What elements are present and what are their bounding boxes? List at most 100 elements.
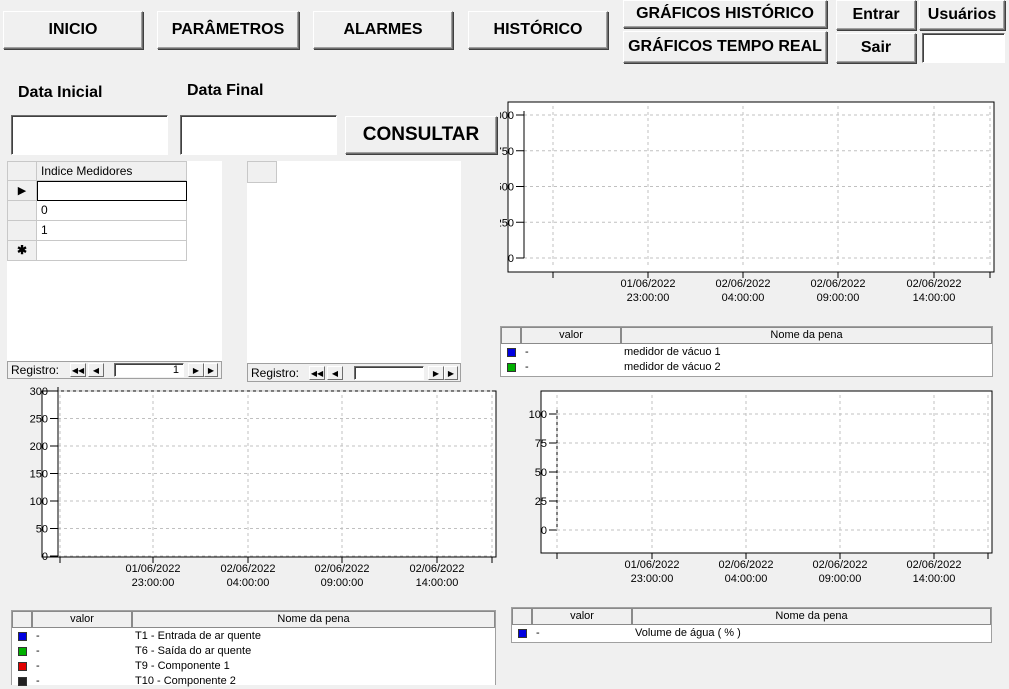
x-tick-label: 23:00:00 [132, 577, 175, 589]
x-tick-label: 23:00:00 [627, 292, 670, 304]
grid2 [247, 161, 461, 365]
legend-swatch [518, 629, 527, 638]
row-selector-current[interactable]: ▶ [7, 181, 37, 201]
y-tick-label: 750 [500, 146, 514, 158]
usuario-field[interactable] [922, 33, 1005, 63]
indice-medidores-header[interactable]: Indice Medidores [37, 161, 187, 181]
next-record-icon[interactable]: ▶ [428, 366, 444, 380]
legend-row[interactable]: - T10 - Componente 2 [12, 674, 495, 689]
legend-color-header[interactable] [12, 611, 32, 628]
x-tick-label: 02/06/2022 [906, 278, 961, 290]
grid1-record-navigator: Registro: ◀◀ ◀ 1 ▶ ▶ [7, 361, 222, 379]
grid-cell-new[interactable] [37, 241, 187, 261]
record-number-field[interactable]: 1 [114, 363, 184, 377]
legend-swatch [507, 348, 516, 357]
x-tick-label: 09:00:00 [817, 292, 860, 304]
legend-vacuo: valor Nome da pena - medidor de vácuo 1 - med… [500, 326, 993, 377]
last-record-icon[interactable]: ▶ [204, 363, 218, 377]
sair-button[interactable]: Sair [836, 33, 916, 63]
x-tick-label: 14:00:00 [416, 577, 459, 589]
legend-valor-header[interactable]: valor [521, 327, 621, 344]
parametros-button[interactable]: PARÂMETROS [157, 11, 299, 49]
consultar-button[interactable]: CONSULTAR [345, 116, 497, 154]
legend-row[interactable]: - T6 - Saída do ar quente [12, 644, 495, 659]
first-record-icon[interactable]: ◀◀ [309, 366, 325, 380]
grid-cell[interactable]: 1 [37, 221, 187, 241]
row-selector[interactable] [7, 201, 37, 221]
y-tick-label: 100 [529, 409, 547, 421]
alarmes-button[interactable]: ALARMES [313, 11, 453, 49]
legend-row[interactable]: - medidor de vácuo 2 [501, 360, 992, 375]
last-record-icon[interactable]: ▶ [444, 366, 458, 380]
x-tick-label: 14:00:00 [913, 292, 956, 304]
record-number-field[interactable] [354, 366, 424, 380]
legend-nome-header[interactable]: Nome da pena [632, 608, 991, 625]
grid-cell-active[interactable] [37, 181, 187, 201]
data-final-input[interactable] [180, 115, 337, 155]
legend-valor-header[interactable]: valor [532, 608, 632, 625]
x-tick-label: 04:00:00 [722, 292, 765, 304]
new-row-selector[interactable]: ✱ [7, 241, 37, 261]
registro-label: Registro: [11, 363, 60, 377]
grid2-corner [247, 161, 277, 183]
legend-row[interactable]: - Volume de água ( % ) [512, 626, 991, 641]
legend-color-header[interactable] [501, 327, 521, 344]
first-record-icon[interactable]: ◀◀ [70, 363, 86, 377]
x-tick-label: 02/06/2022 [812, 559, 867, 571]
graficos-historico-button[interactable]: GRÁFICOS HISTÓRICO [623, 0, 827, 28]
data-inicial-input[interactable] [11, 115, 168, 155]
legend-color-header[interactable] [512, 608, 532, 625]
x-tick-label: 02/06/2022 [314, 563, 369, 575]
x-tick-label: 02/06/2022 [715, 278, 770, 290]
x-tick-label: 02/06/2022 [220, 563, 275, 575]
chart-svg: 300 250 200 150 100 50 0 01/06/2022 23:00:00 02/0… [30, 387, 497, 589]
x-tick-label: 02/06/2022 [718, 559, 773, 571]
x-tick-label: 01/06/2022 [125, 563, 180, 575]
x-tick-label: 02/06/2022 [409, 563, 464, 575]
entrar-button[interactable]: Entrar [836, 0, 916, 30]
legend-row[interactable]: - T9 - Componente 1 [12, 659, 495, 674]
chart-volume-agua: 100 75 50 25 0 01/06/2022 23:00:00 02/06/2022 04… [505, 387, 996, 592]
legend-pen-name: T1 - Entrada de ar quente [135, 630, 261, 642]
historico-button[interactable]: HISTÓRICO [468, 11, 608, 49]
chart-vacuo: 1000 750 500 250 0 01/06/2022 23:00:00 02/06/20… [500, 100, 996, 314]
y-tick-label: 1000 [500, 110, 514, 122]
medidores-grid: Indice Medidores ▶ 0 1 ✱ [7, 161, 222, 363]
y-tick-label: 200 [30, 441, 48, 453]
legend-value: - [536, 627, 540, 639]
y-tick-label: 100 [30, 496, 48, 508]
legend-pen-name: medidor de vácuo 1 [624, 346, 721, 358]
legend-pen-name: Volume de água ( % ) [635, 627, 741, 639]
usuarios-button[interactable]: Usuários [919, 0, 1005, 30]
y-tick-label: 250 [30, 414, 48, 426]
y-tick-label: 50 [36, 524, 48, 536]
x-tick-label: 14:00:00 [913, 573, 956, 585]
row-selector[interactable] [7, 221, 37, 241]
y-tick-label: 50 [535, 467, 547, 479]
inicio-button[interactable]: INICIO [3, 11, 143, 49]
grid-cell[interactable]: 0 [37, 201, 187, 221]
legend-nome-header[interactable]: Nome da pena [621, 327, 992, 344]
y-tick-label: 0 [42, 551, 48, 563]
prev-record-icon[interactable]: ◀ [327, 366, 343, 380]
prev-record-icon[interactable]: ◀ [88, 363, 104, 377]
legend-pen-name: medidor de vácuo 2 [624, 361, 721, 373]
legend-value: - [525, 361, 529, 373]
x-tick-label: 02/06/2022 [810, 278, 865, 290]
next-record-icon[interactable]: ▶ [188, 363, 204, 377]
y-tick-label: 0 [508, 253, 514, 265]
y-tick-label: 250 [500, 217, 514, 229]
x-tick-label: 04:00:00 [725, 573, 768, 585]
y-tick-label: 300 [30, 387, 48, 398]
new-row-asterisk-icon: ✱ [16, 243, 28, 257]
graficos-tempo-real-button[interactable]: GRÁFICOS TEMPO REAL [623, 31, 827, 63]
legend-nome-header[interactable]: Nome da pena [132, 611, 495, 628]
x-tick-label: 09:00:00 [819, 573, 862, 585]
legend-valor-header[interactable]: valor [32, 611, 132, 628]
legend-row[interactable]: - T1 - Entrada de ar quente [12, 629, 495, 644]
x-tick-label: 04:00:00 [227, 577, 270, 589]
x-tick-label: 02/06/2022 [906, 559, 961, 571]
data-final-label: Data Final [187, 82, 264, 99]
y-tick-label: 75 [535, 438, 547, 450]
legend-row[interactable]: - medidor de vácuo 1 [501, 345, 992, 360]
